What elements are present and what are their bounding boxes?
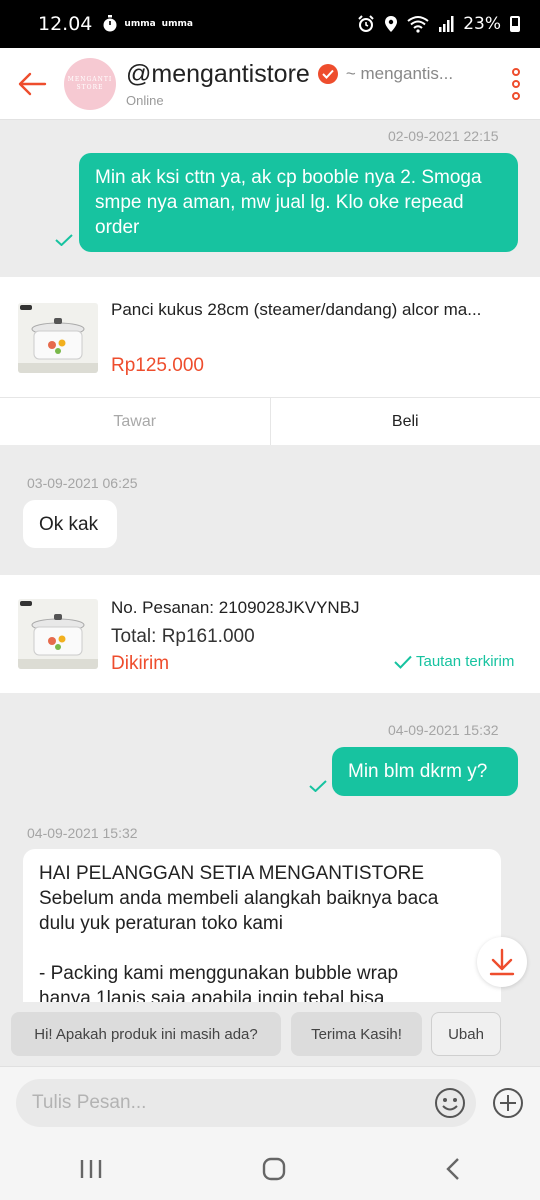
incoming-message[interactable]: HAI PELANGGAN SETIA MENGANTISTORE Sebelu… xyxy=(23,849,501,1002)
shop-alias: ~ mengantis... xyxy=(345,64,454,83)
alarm-icon xyxy=(358,15,374,32)
read-check-icon xyxy=(55,234,73,246)
shop-avatar[interactable]: MENGANTI STORE xyxy=(64,57,116,110)
message-line: - Packing kami menggunakan bubble wrap xyxy=(39,963,399,984)
order-card[interactable]: No. Pesanan: 2109028JKVYNBJ Total: Rp161… xyxy=(0,575,540,693)
system-nav-bar xyxy=(0,1138,540,1200)
quick-reply-chip[interactable]: Terima Kasih! xyxy=(291,1012,422,1056)
incoming-message[interactable]: Ok kak xyxy=(23,500,117,548)
status-mini-label: umma xyxy=(124,19,156,29)
steamer-pot-icon xyxy=(18,599,98,669)
message-timestamp: 02-09-2021 22:15 xyxy=(388,128,499,144)
quick-replies-bar: Hi! Apakah produk ini masih ada? Terima … xyxy=(0,1002,540,1066)
product-card[interactable]: Panci kukus 28cm (steamer/dandang) alcor… xyxy=(0,277,540,445)
stopwatch-icon xyxy=(103,15,117,32)
status-bar: 12.04 umma umma 23% xyxy=(0,0,540,48)
battery-icon xyxy=(510,16,520,32)
status-time: 12.04 xyxy=(38,13,93,35)
buy-button[interactable]: Beli xyxy=(271,398,540,445)
message-timestamp: 04-09-2021 15:32 xyxy=(27,825,138,841)
back-nav-icon[interactable] xyxy=(445,1157,461,1181)
order-thumbnail xyxy=(18,599,98,669)
more-options-button[interactable] xyxy=(492,48,540,120)
message-input-bar xyxy=(0,1066,540,1138)
order-number: No. Pesanan: 2109028JKVYNBJ xyxy=(111,598,360,617)
message-timestamp: 03-09-2021 06:25 xyxy=(27,475,138,491)
shop-name[interactable]: @mengantistore xyxy=(126,60,310,89)
wifi-icon xyxy=(407,16,429,33)
signal-icon xyxy=(439,16,454,32)
home-icon[interactable] xyxy=(262,1157,286,1181)
add-attachment-icon[interactable] xyxy=(492,1087,524,1119)
status-mini-label: umma xyxy=(161,19,193,29)
link-sent-status: Tautan terkirim xyxy=(416,653,515,670)
avatar-text: MENGANTI xyxy=(67,75,113,83)
outgoing-message[interactable]: Min blm dkrm y? xyxy=(332,747,518,796)
offer-button[interactable]: Tawar xyxy=(0,398,271,445)
scroll-to-bottom-button[interactable] xyxy=(477,937,527,987)
battery-percent: 23% xyxy=(463,14,501,34)
message-input[interactable] xyxy=(32,1079,412,1127)
online-status: Online xyxy=(126,92,164,108)
chat-header: MENGANTI STORE @mengantistore ~ menganti… xyxy=(0,48,540,120)
location-icon xyxy=(385,16,398,32)
read-check-icon xyxy=(309,780,327,792)
steamer-pot-icon xyxy=(18,303,98,373)
message-line: dulu yuk peraturan toko kami xyxy=(39,913,283,934)
message-line xyxy=(39,936,485,961)
avatar-text: STORE xyxy=(76,83,104,91)
product-thumbnail xyxy=(18,303,98,373)
arrow-left-icon xyxy=(18,72,47,95)
product-name: Panci kukus 28cm (steamer/dandang) alcor… xyxy=(111,300,482,319)
recent-apps-icon[interactable] xyxy=(79,1158,103,1180)
message-line: hanya 1lapis saja apabila ingin tebal bi… xyxy=(39,988,385,1002)
message-line: Sebelum anda membeli alangkah baiknya ba… xyxy=(39,888,439,909)
message-line: HAI PELANGGAN SETIA MENGANTISTORE xyxy=(39,863,425,884)
emoji-icon[interactable] xyxy=(434,1087,466,1119)
outgoing-message[interactable]: Min ak ksi cttn ya, ak cp booble nya 2. … xyxy=(79,153,518,252)
sent-check-icon xyxy=(394,655,412,669)
order-status: Dikirim xyxy=(111,653,170,674)
quick-reply-chip[interactable]: Hi! Apakah produk ini masih ada? xyxy=(11,1012,281,1056)
message-timestamp: 04-09-2021 15:32 xyxy=(388,722,499,738)
edit-quick-replies-button[interactable]: Ubah xyxy=(431,1012,501,1056)
back-button[interactable] xyxy=(0,48,64,120)
order-total: Total: Rp161.000 xyxy=(111,626,255,647)
product-price: Rp125.000 xyxy=(111,355,204,376)
verified-badge-icon xyxy=(317,64,338,84)
download-arrow-icon xyxy=(489,948,515,976)
more-vertical-icon xyxy=(512,67,520,76)
